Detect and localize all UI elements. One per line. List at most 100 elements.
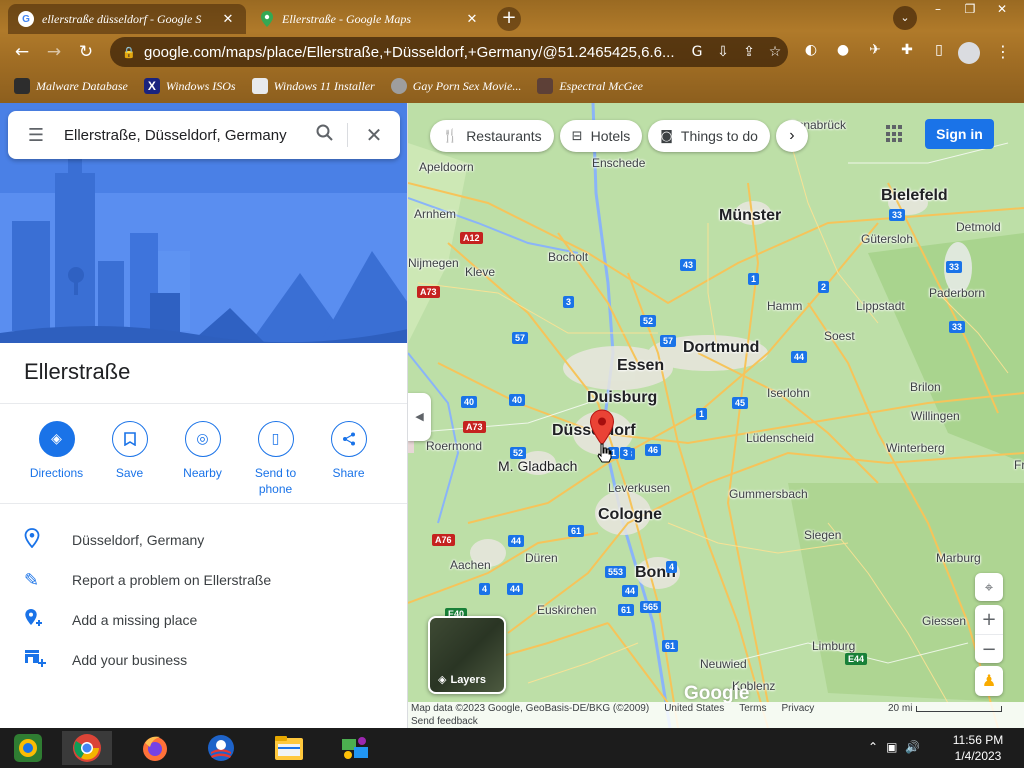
extensions-puzzle-icon[interactable]: ✚ <box>896 42 918 62</box>
save-button[interactable]: Save <box>93 421 166 497</box>
city-label[interactable]: Dortmund <box>683 339 759 357</box>
city-label[interactable]: Roermond <box>426 439 482 453</box>
city-label[interactable]: Paderborn <box>929 286 985 300</box>
privacy-link[interactable]: Privacy <box>781 703 814 714</box>
region-link[interactable]: United States <box>664 703 724 714</box>
back-icon[interactable]: ← <box>10 40 34 64</box>
firefox-taskbar-icon[interactable] <box>130 731 180 765</box>
map-canvas[interactable]: Düsseldorf Duisburg Essen Dortmund Colog… <box>408 103 1024 728</box>
city-label[interactable]: Apeldoorn <box>419 160 474 174</box>
profile-avatar[interactable] <box>958 42 980 64</box>
volume-icon[interactable]: 🔊 <box>905 740 920 754</box>
city-label[interactable]: Winterberg <box>886 441 945 455</box>
city-label[interactable]: Münster <box>719 207 781 225</box>
city-label[interactable]: M. Gladbach <box>498 458 577 474</box>
google-lens-icon[interactable]: G <box>684 44 710 60</box>
collapse-panel-button[interactable]: ◀ <box>408 393 431 441</box>
city-label[interactable]: Lippstadt <box>856 299 905 313</box>
chrome-taskbar-icon[interactable] <box>62 731 112 765</box>
bookmark-star-icon[interactable]: ☆ <box>762 44 788 60</box>
apps-grid-icon[interactable] <box>886 125 904 143</box>
send-feedback-link[interactable]: Send feedback <box>411 716 478 727</box>
city-label[interactable]: Enschede <box>592 156 645 170</box>
scale-bar[interactable]: 20 mi <box>888 703 1003 714</box>
network-icon[interactable]: ▣ <box>886 740 897 754</box>
terms-link[interactable]: Terms <box>739 703 766 714</box>
bookmark-windows-11-installer[interactable]: Windows 11 Installer <box>251 78 375 94</box>
chevron-right-icon[interactable]: › <box>775 120 808 152</box>
city-label[interactable]: Bielefeld <box>881 187 948 205</box>
extension-avatar-icon[interactable]: ● <box>832 42 854 62</box>
layers-button[interactable]: ◈ Layers <box>428 616 506 694</box>
restore-icon[interactable]: ❐ <box>954 0 986 18</box>
chrome-menu-icon[interactable]: ⋮ <box>995 42 1011 61</box>
close-window-icon[interactable]: ✕ <box>986 0 1018 18</box>
chevron-up-icon[interactable]: ⌃ <box>868 740 878 754</box>
list-item-add-business[interactable]: Add your business <box>0 640 407 680</box>
close-tab-icon[interactable]: ✕ <box>464 12 480 27</box>
nearby-button[interactable]: ◎ Nearby <box>166 421 239 497</box>
city-label[interactable]: Arnhem <box>414 207 456 221</box>
city-label[interactable]: Bocholt <box>548 250 588 264</box>
city-label[interactable]: Cologne <box>598 506 662 524</box>
hotels-chip[interactable]: ⊟ Hotels <box>559 120 643 152</box>
city-label[interactable]: Willingen <box>911 409 960 423</box>
file-explorer-taskbar-icon[interactable] <box>264 731 314 765</box>
directions-button[interactable]: ◈ Directions <box>20 421 93 497</box>
pegman-icon[interactable]: ♟ <box>975 666 1003 696</box>
reload-icon[interactable]: ↻ <box>74 40 98 64</box>
city-label[interactable]: Lüdenscheid <box>746 431 814 445</box>
new-tab-button[interactable]: + <box>497 7 521 31</box>
zoom-out-button[interactable]: − <box>975 635 1003 664</box>
bookmark-malware-database[interactable]: Malware Database <box>14 78 128 94</box>
close-tab-icon[interactable]: ✕ <box>220 12 236 27</box>
sign-in-button[interactable]: Sign in <box>925 119 994 149</box>
extension-flag-icon[interactable]: ◐ <box>800 42 822 62</box>
city-label[interactable]: Gummersbach <box>729 487 808 501</box>
tab-search-icon[interactable]: ⌄ <box>893 6 917 30</box>
address-bar[interactable]: 🔒 google.com/maps/place/Ellerstraße,+Düs… <box>110 37 788 67</box>
list-item-address[interactable]: Düsseldorf, Germany <box>0 520 407 560</box>
extension-plane-icon[interactable]: ✈ <box>864 42 886 62</box>
lock-icon[interactable]: 🔒 <box>122 46 136 59</box>
tab-google-maps[interactable]: Ellerstraße - Google Maps ✕ <box>250 4 490 34</box>
search-input[interactable]: Ellerstraße, Düsseldorf, Germany <box>64 127 303 144</box>
search-icon[interactable] <box>303 124 347 147</box>
city-label[interactable]: Brilon <box>910 380 941 394</box>
city-label[interactable]: Marburg <box>936 551 981 565</box>
minimize-icon[interactable]: – <box>922 0 954 18</box>
restaurants-chip[interactable]: 🍴 Restaurants <box>430 120 554 152</box>
obama-taskbar-icon[interactable] <box>196 731 246 765</box>
side-panel-icon[interactable]: ▯ <box>928 42 950 62</box>
things-to-do-chip[interactable]: ◙ Things to do <box>648 120 770 152</box>
bookmark-windows-isos[interactable]: X Windows ISOs <box>143 78 236 94</box>
send-to-phone-button[interactable]: ▯ Send to phone <box>239 421 312 497</box>
start-button[interactable] <box>3 731 53 765</box>
city-label[interactable]: Euskirchen <box>537 603 596 617</box>
city-label[interactable]: Düren <box>525 551 558 565</box>
install-app-icon[interactable]: ⇩ <box>710 44 736 60</box>
search-box[interactable]: ☰ Ellerstraße, Düsseldorf, Germany ✕ <box>8 111 400 159</box>
city-label[interactable]: Duisburg <box>587 389 657 407</box>
city-label[interactable]: Neuwied <box>700 657 747 671</box>
city-label[interactable]: Limburg <box>812 639 855 653</box>
city-label[interactable]: Frankenberg <box>1014 458 1024 472</box>
bookmark-site[interactable]: Gay Porn Sex Movie... <box>390 78 521 94</box>
city-label[interactable]: Essen <box>617 357 664 375</box>
url-text[interactable]: google.com/maps/place/Ellerstraße,+Düsse… <box>144 44 684 61</box>
share-button[interactable]: Share <box>312 421 385 497</box>
zoom-in-button[interactable]: + <box>975 605 1003 634</box>
city-label[interactable]: Detmold <box>956 220 1001 234</box>
hamburger-menu-icon[interactable]: ☰ <box>8 125 64 146</box>
city-label[interactable]: Iserlohn <box>767 386 810 400</box>
share-page-icon[interactable]: ⇪ <box>736 44 762 60</box>
city-label[interactable]: Siegen <box>804 528 841 542</box>
city-label[interactable]: Hamm <box>767 299 802 313</box>
close-icon[interactable]: ✕ <box>348 123 400 147</box>
city-label[interactable]: Nijmegen <box>408 256 459 270</box>
city-label[interactable]: Giessen <box>922 614 966 628</box>
city-label[interactable]: Aachen <box>450 558 491 572</box>
forward-icon[interactable]: → <box>42 40 66 64</box>
bookmark-espectral-mcgee[interactable]: Espectral McGee <box>537 78 643 94</box>
clock[interactable]: 11:56 PM 1/4/2023 <box>940 732 1016 764</box>
